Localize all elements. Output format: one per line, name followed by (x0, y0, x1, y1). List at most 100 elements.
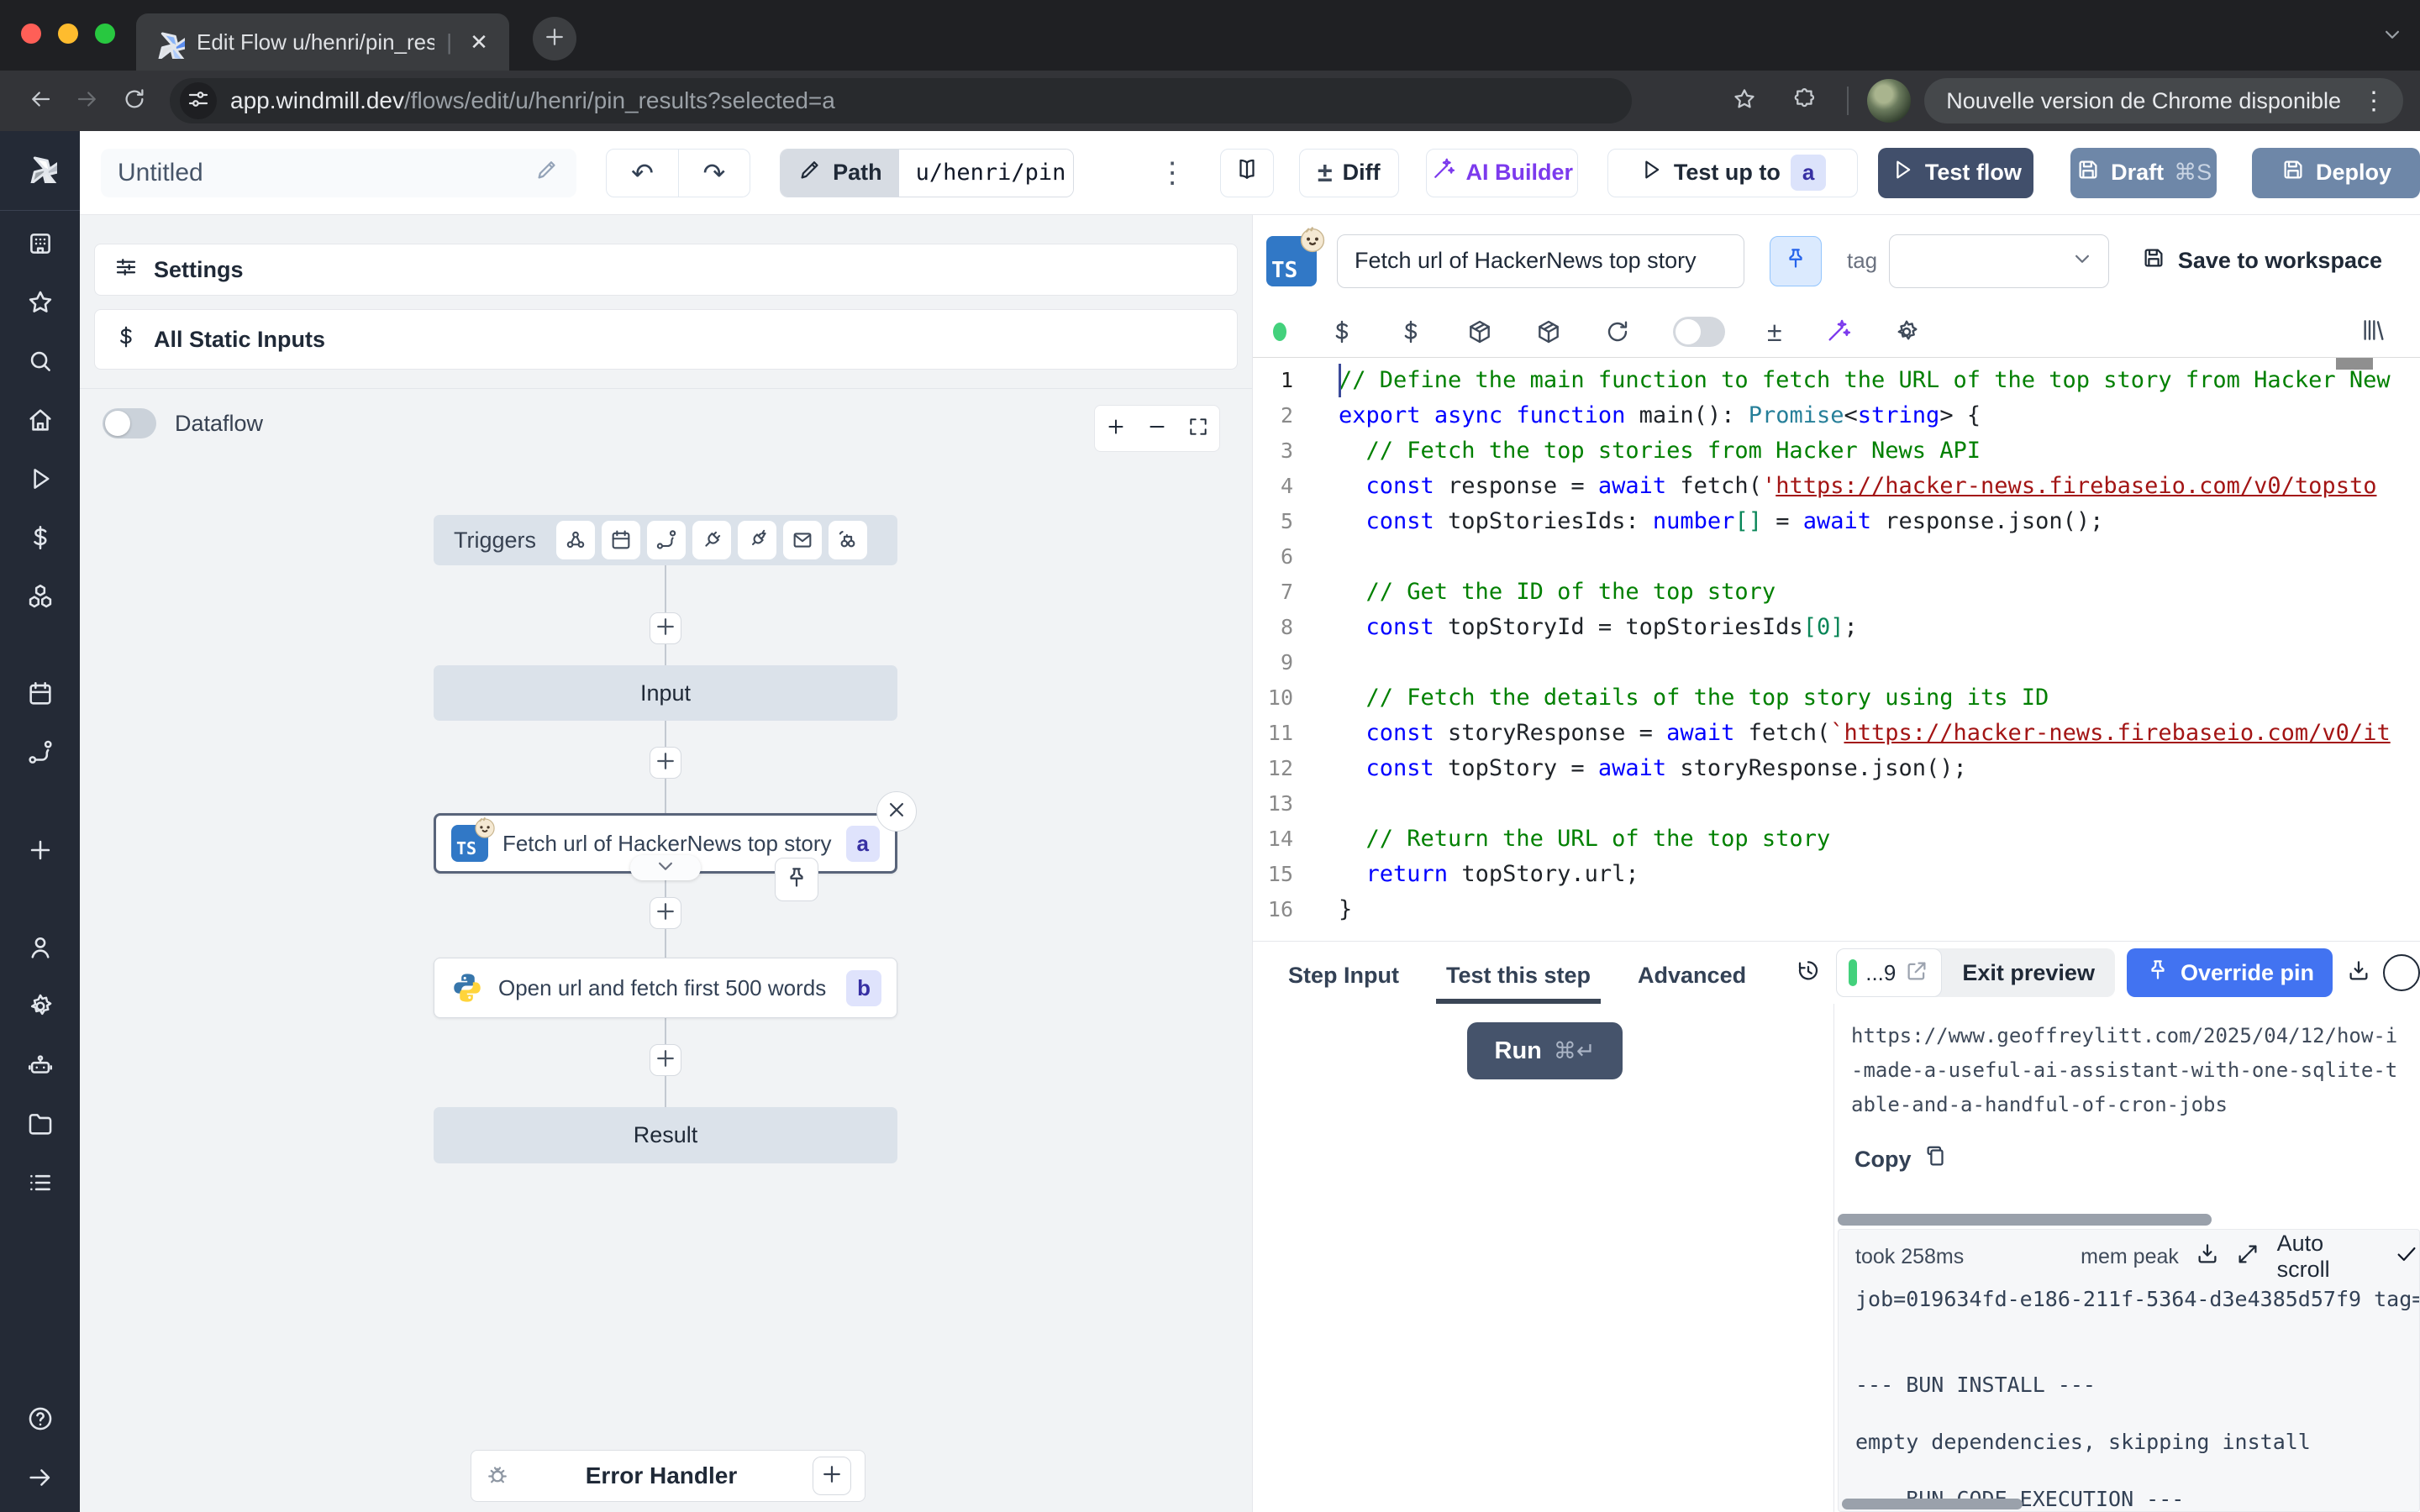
insert-step-button[interactable] (650, 747, 681, 779)
path-editor[interactable]: Path u/henri/pin (780, 149, 1074, 197)
code-line[interactable]: 16} (1253, 891, 2420, 927)
extensions-icon[interactable] (1781, 77, 1828, 124)
code-toolbar-dollar-icon[interactable] (1328, 318, 1355, 345)
bookmark-star-icon[interactable] (1721, 77, 1768, 124)
sidebar-item-cubes-icon[interactable] (26, 582, 55, 611)
flow-settings-button[interactable]: Settings (94, 244, 1238, 296)
result-node[interactable]: Result (434, 1107, 897, 1163)
sidebar-item-robot-icon[interactable] (26, 1051, 55, 1079)
error-handler-node[interactable]: Error Handler (471, 1450, 865, 1502)
horizontal-scrollbar[interactable] (1842, 1499, 2023, 1509)
code-toolbar-refresh-icon[interactable] (1604, 318, 1631, 345)
maximize-window-button[interactable] (95, 24, 115, 44)
save-to-workspace-button[interactable]: Save to workspace (2141, 245, 2382, 276)
sidebar-item-list-icon[interactable] (26, 1168, 55, 1197)
sidebar-item-plus-icon[interactable] (26, 836, 55, 864)
code-editor[interactable]: 1// Define the main function to fetch th… (1253, 357, 2420, 941)
copy-result-button[interactable]: Copy (1851, 1144, 2420, 1175)
reload-button[interactable] (111, 77, 158, 124)
override-pin-button[interactable]: Override pin (2127, 948, 2333, 997)
insert-step-button[interactable] (650, 897, 681, 929)
address-bar[interactable]: app.windmill.dev/flows/edit/u/henri/pin_… (170, 78, 1632, 123)
sidebar-item-play-icon[interactable] (26, 465, 55, 493)
code-line[interactable]: 10 // Fetch the details of the top story… (1253, 680, 2420, 715)
fit-view-icon[interactable] (1187, 416, 1209, 442)
flow-name-field[interactable]: Untitled (101, 149, 576, 197)
insert-step-button[interactable] (650, 1044, 681, 1076)
draft-button[interactable]: Draft⌘S (2070, 148, 2217, 198)
macos-traffic-lights[interactable] (21, 24, 115, 44)
sidebar-item-search-icon[interactable] (26, 347, 55, 375)
result-url[interactable]: https://www.geoffreylitt.com/2025/04/12/… (1851, 1019, 2406, 1122)
chrome-update-button[interactable]: Nouvelle version de Chrome disponible ⋮ (1924, 78, 2403, 123)
code-line[interactable]: 4 const response = await fetch('https://… (1253, 468, 2420, 503)
sidebar-item-building-icon[interactable] (26, 229, 55, 258)
delete-step-button[interactable] (876, 791, 917, 832)
code-line[interactable]: 2export async function main(): Promise<s… (1253, 397, 2420, 433)
trigger-calendar-icon[interactable] (602, 521, 640, 559)
code-toolbar-dollar-icon[interactable] (1397, 318, 1424, 345)
deploy-button[interactable]: Deploy (2252, 148, 2420, 198)
horizontal-scrollbar[interactable] (1838, 1214, 2212, 1226)
test-flow-button[interactable]: Test flow (1878, 148, 2034, 198)
tab-test-this-step[interactable]: Test this step (1436, 963, 1601, 1004)
close-window-button[interactable] (21, 24, 41, 44)
trigger-plug-icon[interactable] (692, 521, 731, 559)
sidebar-item-star-icon[interactable] (26, 288, 55, 317)
code-toolbar-package-icon[interactable] (1466, 318, 1493, 345)
past-run-pill[interactable]: ...9 (1836, 948, 1942, 997)
edit-pencil-icon[interactable] (534, 157, 560, 189)
code-toolbar-wand-icon[interactable] (1824, 318, 1851, 345)
code-line[interactable]: 1// Define the main function to fetch th… (1253, 362, 2420, 397)
code-line[interactable]: 6 (1253, 538, 2420, 574)
browser-menu-icon[interactable]: ⋮ (2353, 87, 2395, 116)
trigger-route-icon[interactable] (647, 521, 686, 559)
code-toolbar-plusminus-icon[interactable]: ± (1767, 317, 1782, 348)
sidebar-item-gear-icon[interactable] (26, 992, 55, 1021)
zoom-out-icon[interactable] (1146, 416, 1168, 442)
sidebar-item-folder-icon[interactable] (26, 1110, 55, 1138)
external-link-icon[interactable] (1904, 958, 1929, 988)
sidebar-item-route-icon[interactable] (26, 738, 55, 767)
code-line[interactable]: 8 const topStoryId = topStoriesIds[0]; (1253, 609, 2420, 644)
forward-button[interactable] (64, 77, 111, 124)
code-toolbar-toggle-icon[interactable] (1673, 317, 1725, 347)
more-options-icon[interactable]: ⋮ (1158, 156, 1178, 190)
code-line[interactable]: 14 // Return the URL of the top story (1253, 821, 2420, 856)
history-icon[interactable] (1796, 958, 1821, 988)
code-line[interactable]: 12 const topStory = await storyResponse.… (1253, 750, 2420, 785)
tag-select[interactable] (1889, 234, 2109, 288)
ai-builder-button[interactable]: AI Builder (1426, 149, 1578, 197)
undo-button[interactable]: ↶ (607, 150, 678, 197)
browser-tab[interactable]: Edit Flow u/henri/pin_results | ✕ (136, 13, 509, 71)
download-logs-icon[interactable] (2195, 1242, 2220, 1273)
url-text[interactable]: app.windmill.dev/flows/edit/u/henri/pin_… (230, 87, 835, 114)
new-tab-button[interactable] (533, 17, 576, 60)
code-line[interactable]: 9 (1253, 644, 2420, 680)
exit-preview-button[interactable]: Exit preview (1942, 960, 2115, 986)
test-up-to-button[interactable]: Test up to a (1607, 149, 1858, 197)
pin-step-button[interactable] (775, 858, 818, 901)
back-button[interactable] (17, 77, 64, 124)
code-line[interactable]: 7 // Get the ID of the top story (1253, 574, 2420, 609)
triggers-node[interactable]: Triggers (434, 515, 897, 565)
zoom-in-icon[interactable] (1105, 416, 1127, 442)
trigger-plug-zap-icon[interactable] (738, 521, 776, 559)
step-title-input[interactable] (1337, 234, 1744, 288)
minimize-window-button[interactable] (58, 24, 78, 44)
redo-button[interactable]: ↷ (679, 150, 750, 197)
all-static-inputs-button[interactable]: All Static Inputs (94, 309, 1238, 370)
code-line[interactable]: 15 return topStory.url; (1253, 856, 2420, 891)
pinned-indicator-button[interactable] (1770, 236, 1822, 286)
library-icon[interactable] (2360, 317, 2386, 348)
run-button[interactable]: Run ⌘↵ (1467, 1022, 1623, 1079)
tab-step-input[interactable]: Step Input (1278, 963, 1409, 1004)
sidebar-item-dollar-icon[interactable] (26, 523, 55, 552)
trigger-webhook-icon[interactable] (556, 521, 595, 559)
download-icon[interactable] (2346, 958, 2371, 988)
auto-scroll-checkbox[interactable] (2394, 1242, 2419, 1273)
sidebar-item-help-icon[interactable] (26, 1404, 55, 1433)
insert-step-button[interactable] (650, 612, 681, 644)
windmill-logo[interactable] (24, 150, 57, 183)
diff-button[interactable]: ±Diff (1299, 149, 1399, 197)
